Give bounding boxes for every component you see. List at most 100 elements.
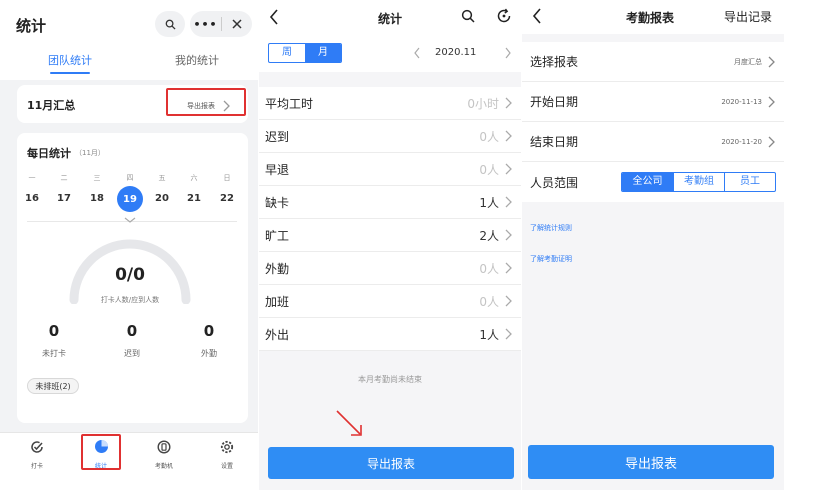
period-week-tab[interactable]: 周 (269, 44, 305, 62)
nav-item-settings[interactable]: 设置 (207, 439, 247, 470)
device-icon (157, 440, 171, 454)
page-title: 统计 (16, 17, 47, 35)
chevron-right-icon (505, 163, 512, 175)
chevron-right-icon (768, 96, 775, 107)
mini-program-capsule: ••• (190, 11, 252, 37)
export-report-button[interactable]: 导出报表 (268, 447, 514, 479)
prev-month-icon[interactable] (413, 47, 421, 59)
stats-row[interactable]: 迟到 0人 (259, 120, 521, 153)
calendar-day[interactable]: 18 (85, 193, 109, 204)
stats-row-label: 外出 (265, 327, 290, 342)
stats-list: 平均工时 0小时 迟到 0人 早退 0人 缺卡 1人 旷工 2人 外勤 0人 加班 0人 外出 1人 (259, 87, 521, 351)
report-form: 选择报表 月度汇总 开始日期 2020-11-13 结束日期 2020-11-2… (522, 42, 784, 202)
attendance-proof-link[interactable]: 了解考勤证明 (530, 254, 572, 264)
period-toggle: 周 月 (268, 43, 342, 63)
scope-option-employee[interactable]: 员工 (724, 173, 775, 191)
highlight-box (166, 88, 246, 116)
gauge-value: 0/0 (115, 265, 145, 285)
stats-row[interactable]: 旷工 2人 (259, 219, 521, 252)
weekday-label: 三 (93, 174, 101, 182)
nav-item-clock-in[interactable]: 打卡 (17, 439, 57, 470)
page-title: 统计 (377, 12, 402, 26)
chevron-right-icon (505, 229, 512, 241)
stats-row[interactable]: 加班 0人 (259, 285, 521, 318)
calendar-day[interactable]: 16 (20, 193, 44, 204)
daily-stats-title: 每日统计 (27, 147, 71, 160)
more-icon[interactable]: ••• (191, 18, 221, 31)
export-records-link[interactable]: 导出记录 (724, 8, 772, 25)
stat-label-not-clocked: 未打卡 (42, 349, 66, 358)
weekday-label: 二 (60, 174, 68, 182)
chevron-right-icon (505, 97, 512, 109)
search-icon (165, 19, 176, 30)
header: 统计 周 月 2020.11 (259, 0, 521, 72)
stats-row[interactable]: 外勤 0人 (259, 252, 521, 285)
period-month-tab[interactable]: 月 (305, 44, 341, 62)
weekday-label: 四 (126, 174, 134, 182)
stats-row-value: 0人 (479, 162, 499, 177)
page-title: 考勤报表 (626, 11, 675, 25)
stats-row-value: 0人 (479, 294, 499, 309)
stats-row-label: 旷工 (265, 228, 290, 243)
attendance-report-screen: 考勤报表 导出记录 选择报表 月度汇总 开始日期 2020-11-13 结束日期… (522, 0, 784, 490)
form-row-scope: 人员范围 全公司 考勤组 员工 (522, 162, 784, 202)
stat-value-late: 0 (126, 322, 138, 340)
red-arrow-icon (336, 410, 362, 436)
check-icon (31, 441, 43, 453)
stats-row-label: 迟到 (265, 129, 290, 144)
weekday-label: 六 (190, 174, 198, 182)
stat-value-field-work: 0 (203, 322, 215, 340)
weekday-label: 日 (223, 174, 231, 182)
monthly-stats-screen: 统计 周 月 2020.11 平均工时 0小时 迟到 0人 早退 0人 缺卡 1人 旷工 2人 外勤… (259, 0, 521, 490)
scope-option-group[interactable]: 考勤组 (673, 173, 724, 191)
stats-row-value: 0人 (479, 129, 499, 144)
back-arrow-icon[interactable] (532, 8, 542, 24)
scope-option-company[interactable]: 全公司 (622, 173, 673, 191)
calendar-day-selected[interactable]: 19 (117, 186, 143, 212)
calendar-day[interactable]: 21 (182, 193, 206, 204)
stat-label-late: 迟到 (124, 349, 140, 358)
bottom-nav: 打卡 统计 考勤机 设置 (0, 432, 258, 490)
stats-row-value: 1人 (479, 195, 499, 210)
calendar-day[interactable]: 17 (52, 193, 76, 204)
calendar-day[interactable]: 20 (150, 193, 174, 204)
stats-rules-link[interactable]: 了解统计规则 (530, 223, 572, 233)
stats-row-value: 1人 (479, 327, 499, 342)
expand-calendar-icon[interactable] (124, 217, 136, 224)
nav-item-device[interactable]: 考勤机 (144, 439, 184, 470)
daily-stats-month: （11月） (75, 149, 105, 157)
header: 考勤报表 导出记录 (522, 0, 784, 34)
stats-row-value: 0人 (479, 261, 499, 276)
team-stats-screen: 统计 ••• 团队统计 我的统计 11月汇总 导出报表 每日统计 （11月） 一… (0, 0, 258, 490)
month-label: 2020.11 (435, 47, 477, 58)
search-button[interactable] (155, 11, 185, 37)
stats-row-label: 缺卡 (265, 195, 290, 210)
stats-row-label: 加班 (265, 294, 290, 309)
refresh-icon[interactable] (496, 8, 512, 24)
scope-selector: 全公司 考勤组 员工 (621, 172, 776, 192)
weekday-label: 五 (158, 174, 166, 182)
next-month-icon[interactable] (504, 47, 512, 59)
stats-row-value: 0小时 (467, 96, 499, 111)
chevron-right-icon (505, 130, 512, 142)
stats-row[interactable]: 缺卡 1人 (259, 186, 521, 219)
close-icon[interactable] (222, 19, 252, 29)
form-row-start-date[interactable]: 开始日期 2020-11-13 (522, 82, 784, 122)
stats-row-value: 2人 (479, 228, 499, 243)
chevron-right-icon (768, 56, 775, 67)
chevron-right-icon (505, 262, 512, 274)
form-row-report-type[interactable]: 选择报表 月度汇总 (522, 42, 784, 82)
tab-team-stats[interactable]: 团队统计 (48, 52, 92, 68)
export-report-button[interactable]: 导出报表 (528, 445, 774, 479)
chevron-right-icon (768, 136, 775, 147)
active-tab-indicator (50, 72, 90, 74)
unscheduled-chip[interactable]: 未排班(2) (27, 378, 79, 394)
stats-row[interactable]: 外出 1人 (259, 318, 521, 351)
chevron-right-icon (505, 328, 512, 340)
calendar-day[interactable]: 22 (215, 193, 239, 204)
stats-row[interactable]: 平均工时 0小时 (259, 87, 521, 120)
stats-row[interactable]: 早退 0人 (259, 153, 521, 186)
tab-my-stats[interactable]: 我的统计 (175, 52, 219, 68)
search-icon[interactable] (461, 9, 475, 23)
form-row-end-date[interactable]: 结束日期 2020-11-20 (522, 122, 784, 162)
